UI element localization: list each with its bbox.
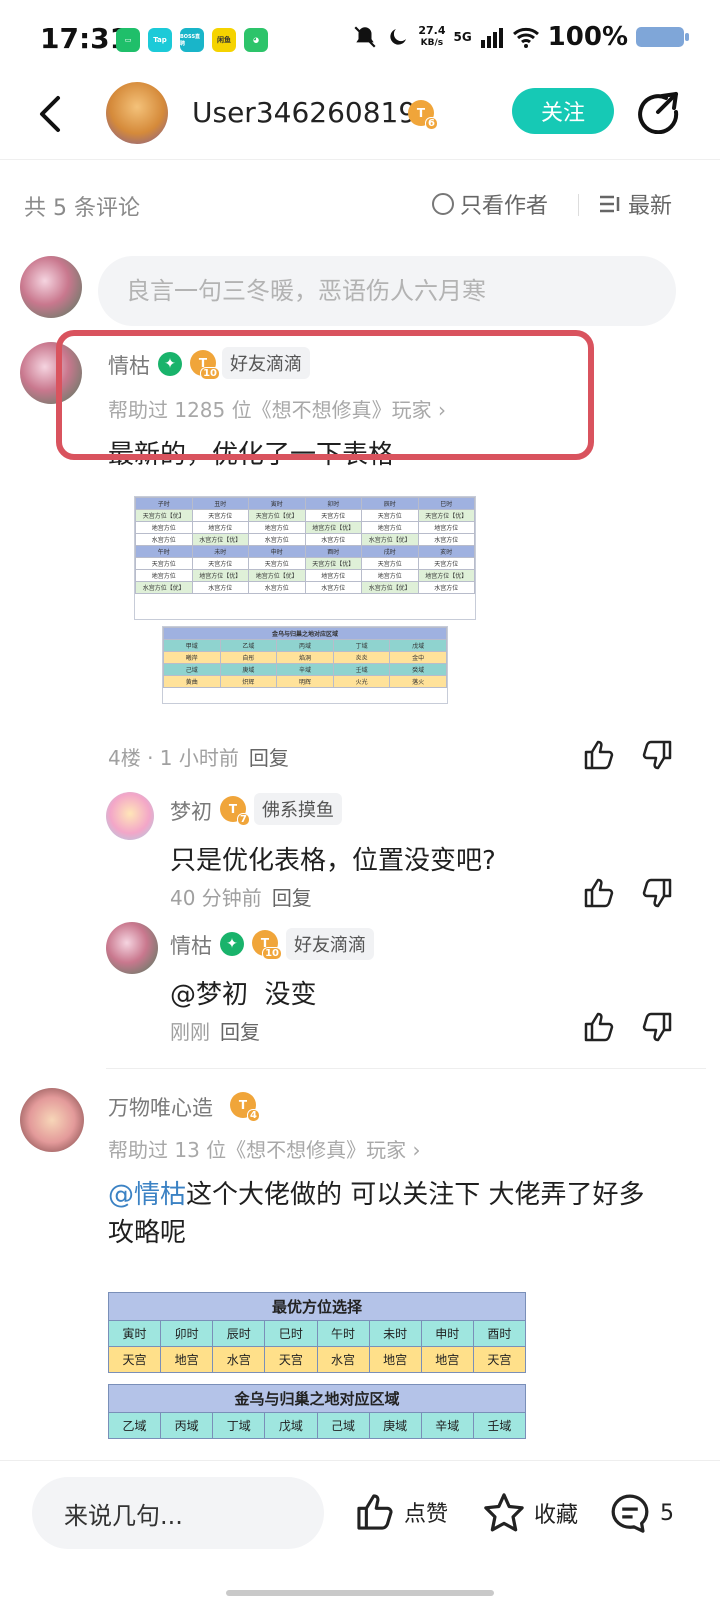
like-icon[interactable] bbox=[582, 1010, 616, 1044]
taptap-icon: Tap bbox=[148, 28, 172, 52]
author-username[interactable]: User346260819 bbox=[192, 96, 416, 129]
user-tag: 好友滴滴 bbox=[286, 928, 374, 960]
signal-label: 5G bbox=[453, 30, 472, 44]
comments-button[interactable]: 5 bbox=[608, 1491, 674, 1535]
level-badge-icon: T6 bbox=[408, 100, 438, 130]
avatar[interactable] bbox=[106, 922, 158, 974]
comment-input[interactable] bbox=[98, 256, 676, 326]
mute-bell-icon bbox=[354, 26, 376, 48]
separator bbox=[106, 1068, 706, 1069]
reply-meta: 刚刚 回复 bbox=[170, 1020, 260, 1044]
reply-username[interactable]: 情枯 bbox=[170, 930, 212, 960]
comments-count: 共 5 条评论 bbox=[24, 196, 140, 221]
dislike-icon[interactable] bbox=[640, 738, 674, 772]
reply-button[interactable]: 回复 bbox=[249, 746, 289, 770]
like-icon[interactable] bbox=[582, 738, 616, 772]
status-right: 27.4 KB/s 5G 100% bbox=[352, 22, 689, 52]
follow-button[interactable]: 关注 bbox=[512, 88, 614, 134]
level-badge-icon: T7 bbox=[220, 796, 250, 826]
reply-meta: 40 分钟前 回复 bbox=[170, 886, 312, 910]
my-avatar bbox=[20, 256, 82, 318]
reply-button[interactable]: 回复 bbox=[220, 1020, 260, 1044]
like-post-button[interactable]: 点赞 bbox=[354, 1491, 448, 1533]
radio-icon bbox=[432, 193, 454, 215]
comment-image-region-table[interactable]: 金乌与归巢之地对应区域 甲域 乙域 丙域 丁域 戊域 曦岸 自彤 焰洞 炎炎 金中 己域 庚域 辛域… bbox=[162, 626, 448, 704]
bottom-action-bar: 来说几句... 点赞 收藏 5 bbox=[0, 1460, 720, 1600]
reply-button[interactable]: 回复 bbox=[272, 886, 312, 910]
vip-icon: ✦ bbox=[220, 932, 244, 956]
avatar[interactable] bbox=[106, 792, 154, 840]
reply-text: @梦初 没变 bbox=[170, 980, 317, 1010]
sort-button[interactable]: 最新 bbox=[598, 188, 672, 220]
mention-link[interactable]: @梦初 bbox=[170, 980, 248, 1010]
share-icon[interactable] bbox=[636, 90, 680, 134]
xianyu-icon: 闲鱼 bbox=[212, 28, 236, 52]
reply-username[interactable]: 梦初 bbox=[170, 796, 212, 826]
reply-text: 只是优化表格，位置没变吧? bbox=[170, 846, 496, 876]
home-indicator bbox=[226, 1590, 494, 1596]
comment-text: @情枯这个大佬做的 可以关注下 大佬弄了好多 攻略呢 bbox=[108, 1180, 645, 1248]
user-tag: 佛系摸鱼 bbox=[254, 793, 342, 825]
comment-image-table[interactable]: 子时 丑时 寅时 卯时 辰时 巳时 天宫方位【优】 天宫方位 天宫方位【优】 天宫方位 天宫方位天… bbox=[134, 496, 476, 620]
sort-icon bbox=[600, 195, 620, 213]
comment-meta: 4楼 · 1 小时前 回复 bbox=[108, 746, 289, 770]
wechat-icon: ◕ bbox=[244, 28, 268, 52]
net-speed: 27.4 KB/s bbox=[418, 24, 446, 49]
avatar[interactable] bbox=[20, 1088, 84, 1152]
back-arrow-icon[interactable] bbox=[30, 92, 74, 136]
bottom-comment-input[interactable]: 来说几句... bbox=[32, 1477, 324, 1549]
helped-players-link[interactable]: 帮助过 13 位《想不想修真》玩家 › bbox=[108, 1134, 421, 1163]
post-header: User346260819 T6 关注 bbox=[0, 78, 720, 160]
only-author-toggle[interactable]: 只看作者 bbox=[432, 188, 548, 220]
thumbs-up-icon bbox=[357, 1494, 393, 1530]
dislike-icon[interactable] bbox=[640, 1010, 674, 1044]
comment-username[interactable]: 万物唯心造 bbox=[108, 1092, 213, 1122]
comment-image-table[interactable]: 最优方位选择 寅时 卯时 辰时 巳时 午时 未时 申时 酉时 天宫 地宫 水宫 天宫 水宫 地宫 地宫 天宫… bbox=[107, 1292, 527, 1439]
author-avatar[interactable] bbox=[106, 82, 168, 144]
moon-icon bbox=[390, 29, 407, 45]
divider bbox=[578, 194, 579, 216]
battery-percent: 100% bbox=[547, 22, 628, 52]
highlight-annotation bbox=[56, 330, 594, 460]
like-icon[interactable] bbox=[582, 876, 616, 910]
message-app-icon: ▭ bbox=[116, 28, 140, 52]
status-bar: 17:31 ▭ Tap BOSS直聘 闲鱼 ◕ 27.4 KB/s 5G 100% bbox=[0, 0, 720, 80]
notification-icons: ▭ Tap BOSS直聘 闲鱼 ◕ bbox=[116, 28, 268, 52]
boss-icon: BOSS直聘 bbox=[180, 28, 204, 52]
signal-bars-icon bbox=[480, 28, 503, 48]
comment-bubble-icon bbox=[611, 1494, 649, 1533]
level-badge-icon: T4 bbox=[230, 1092, 260, 1122]
star-icon bbox=[484, 1493, 524, 1532]
level-badge-icon: T 10 bbox=[252, 930, 282, 960]
comments-toolbar: 共 5 条评论 只看作者 最新 bbox=[0, 186, 720, 226]
favorite-button[interactable]: 收藏 bbox=[482, 1491, 578, 1535]
battery-icon bbox=[636, 27, 689, 47]
mention-link[interactable]: @情枯 bbox=[108, 1180, 186, 1210]
wifi-icon bbox=[512, 27, 539, 48]
dislike-icon[interactable] bbox=[640, 876, 674, 910]
